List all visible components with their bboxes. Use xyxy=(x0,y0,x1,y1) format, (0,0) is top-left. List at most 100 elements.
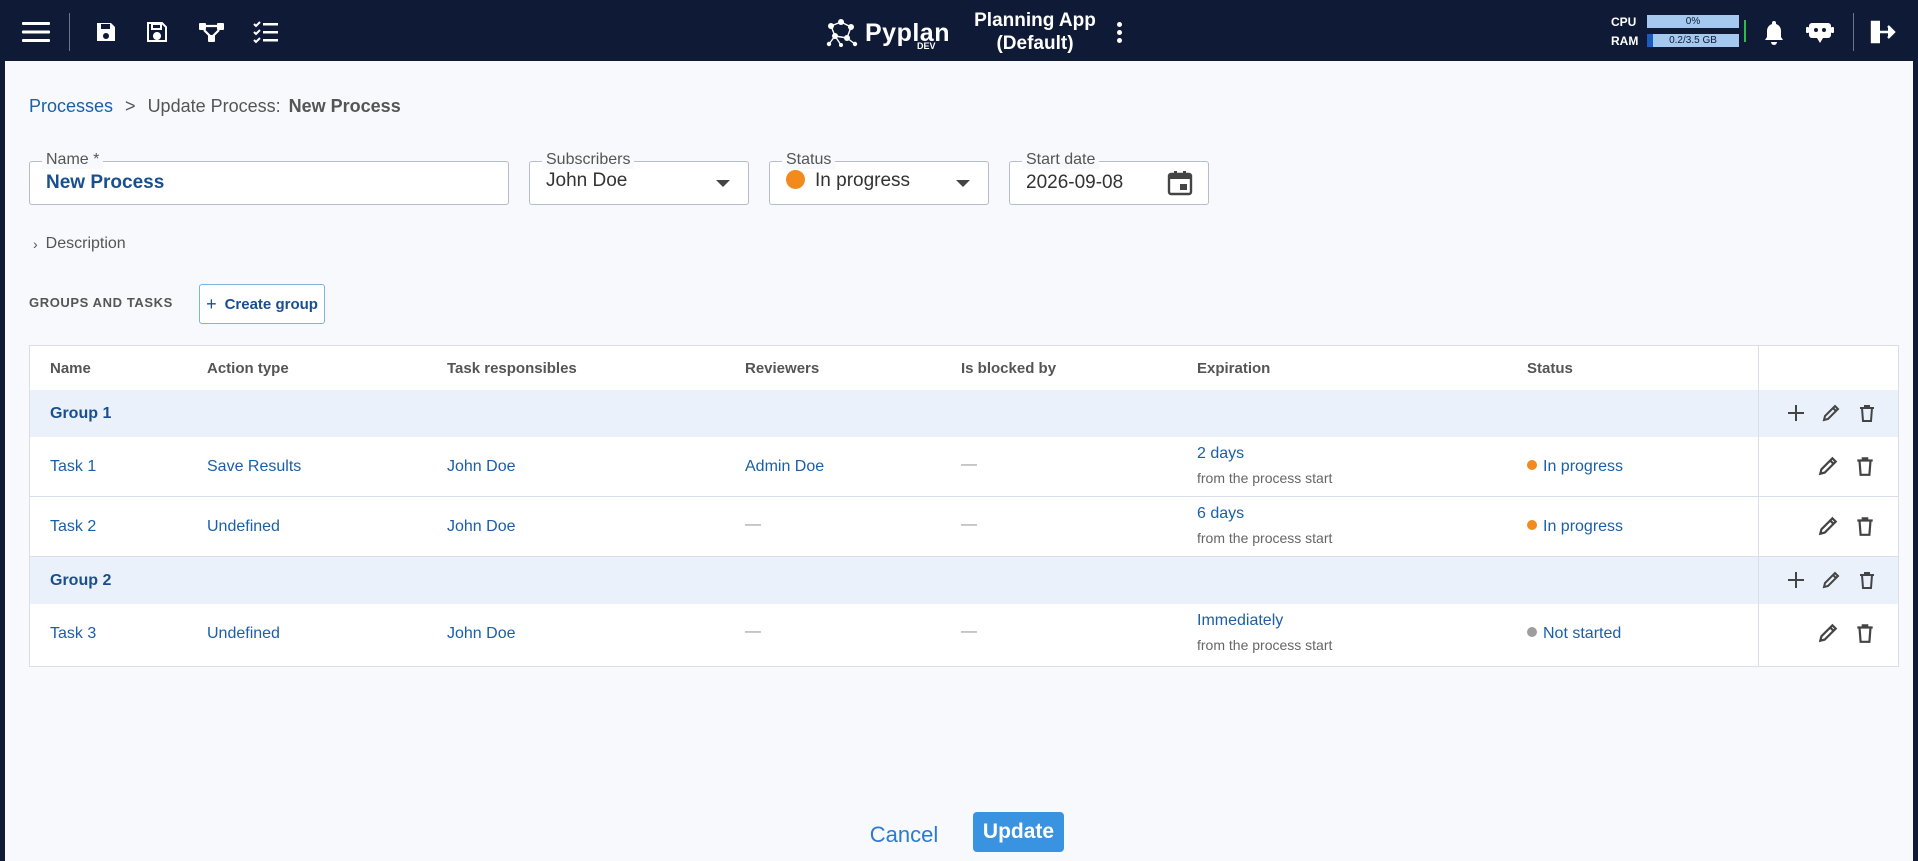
groups-section-title: GROUPS AND TASKS xyxy=(29,295,173,310)
logo-network-icon xyxy=(826,19,858,47)
status-value-wrap: In progress xyxy=(786,170,910,192)
task-name[interactable]: Task 2 xyxy=(50,518,96,536)
start-date-value[interactable]: 2026-09-08 xyxy=(1026,172,1123,194)
header-action-type: Action type xyxy=(207,360,289,377)
app-title[interactable]: Planning App (Default) xyxy=(965,9,1105,55)
resource-meters: CPU 0% RAM 0.2/3.5 GB xyxy=(1611,12,1741,50)
task-row[interactable]: Task 2 Undefined John Doe — — 6 days fro… xyxy=(30,497,1898,557)
save-icon[interactable] xyxy=(91,17,121,47)
group-name[interactable]: Group 2 xyxy=(50,572,111,590)
edit-icon[interactable] xyxy=(1818,567,1844,593)
group-row[interactable]: Group 1 xyxy=(30,390,1898,438)
ram-label: RAM xyxy=(1611,33,1639,48)
task-action-type: Undefined xyxy=(207,518,280,535)
create-group-button[interactable]: + Create group xyxy=(199,284,325,324)
app-title-version: (Default) xyxy=(996,33,1074,54)
logout-icon[interactable] xyxy=(1867,17,1897,47)
env-badge: DEV xyxy=(917,41,936,51)
breadcrumb-processes-link[interactable]: Processes xyxy=(29,96,113,117)
flow-icon[interactable] xyxy=(197,17,227,47)
delete-icon[interactable] xyxy=(1852,620,1878,646)
cpu-meter: CPU 0% xyxy=(1611,12,1741,31)
task-reviewers: — xyxy=(745,516,761,533)
task-expiration: Immediately xyxy=(1197,612,1284,629)
edit-icon[interactable] xyxy=(1818,400,1844,426)
app-frame: Pyplan DEV Planning App (Default) CPU 0%… xyxy=(0,0,1918,861)
subscribers-select[interactable]: Subscribers John Doe xyxy=(529,151,749,205)
task-name[interactable]: Task 3 xyxy=(50,625,96,643)
cpu-value: 0% xyxy=(1685,16,1701,27)
update-button[interactable]: Update xyxy=(973,812,1064,852)
task-responsibles: John Doe xyxy=(447,458,516,475)
cpu-label: CPU xyxy=(1611,14,1637,29)
header-status: Status xyxy=(1527,360,1573,377)
header-reviewers: Reviewers xyxy=(745,360,820,377)
header-task-responsibles: Task responsibles xyxy=(447,360,577,377)
breadcrumb-separator: > xyxy=(125,96,136,116)
delete-icon[interactable] xyxy=(1854,400,1880,426)
task-reviewers: — xyxy=(745,623,761,640)
start-date-field[interactable]: Start date 2026-09-08 xyxy=(1009,151,1209,205)
group-name[interactable]: Group 1 xyxy=(50,405,111,423)
chevron-down-icon[interactable] xyxy=(956,180,970,187)
task-row[interactable]: Task 1 Save Results John Doe Admin Doe —… xyxy=(30,437,1898,497)
task-row[interactable]: Task 3 Undefined John Doe — — Immediatel… xyxy=(30,604,1898,663)
status-dot-icon xyxy=(1527,460,1537,470)
header-is-blocked-by: Is blocked by xyxy=(961,360,1057,377)
subscribers-label: Subscribers xyxy=(542,151,635,169)
toolbar-divider xyxy=(69,13,70,51)
edit-icon[interactable] xyxy=(1815,513,1841,539)
assistant-icon[interactable] xyxy=(1805,17,1835,47)
header-expiration: Expiration xyxy=(1197,360,1271,377)
delete-icon[interactable] xyxy=(1854,567,1880,593)
task-status: In progress xyxy=(1527,518,1623,536)
more-vert-icon[interactable] xyxy=(1109,17,1129,47)
task-responsibles: John Doe xyxy=(447,518,516,535)
calendar-icon[interactable] xyxy=(1166,169,1194,202)
task-blocked-by: — xyxy=(961,623,977,640)
task-responsibles: John Doe xyxy=(447,625,516,642)
actions-column-divider xyxy=(1758,346,1759,666)
table-header: Name Action type Task responsibles Revie… xyxy=(30,346,1898,391)
header-name: Name xyxy=(50,360,91,377)
delete-icon[interactable] xyxy=(1852,513,1878,539)
task-name[interactable]: Task 1 xyxy=(50,458,96,476)
ram-meter: RAM 0.2/3.5 GB xyxy=(1611,31,1741,50)
status-dot-icon xyxy=(1527,520,1537,530)
name-field[interactable]: Name * New Process xyxy=(29,151,509,205)
checklist-icon[interactable] xyxy=(251,17,281,47)
name-field-value[interactable]: New Process xyxy=(46,172,164,194)
add-task-icon[interactable] xyxy=(1783,567,1809,593)
logo-text: Pyplan xyxy=(865,18,950,47)
chevron-down-icon[interactable] xyxy=(716,180,730,187)
task-action-type: Save Results xyxy=(207,458,302,475)
status-select[interactable]: Status In progress xyxy=(769,151,989,205)
toolbar-divider-right xyxy=(1853,13,1854,51)
description-toggle[interactable]: › Description xyxy=(33,235,126,253)
tasks-table: Name Action type Task responsibles Revie… xyxy=(29,345,1899,667)
group-row[interactable]: Group 2 xyxy=(30,557,1898,605)
task-status: Not started xyxy=(1527,625,1621,643)
plus-icon: + xyxy=(206,293,217,314)
delete-icon[interactable] xyxy=(1852,453,1878,479)
breadcrumb-prefix: Update Process: xyxy=(147,96,281,116)
app-title-name: Planning App xyxy=(974,10,1096,31)
ram-value: 0.2/3.5 GB xyxy=(1669,35,1717,46)
cancel-button[interactable]: Cancel xyxy=(863,815,945,855)
edit-icon[interactable] xyxy=(1815,620,1841,646)
subscribers-value: John Doe xyxy=(546,170,628,191)
task-status: In progress xyxy=(1527,458,1623,476)
bell-icon[interactable] xyxy=(1759,17,1789,47)
task-expiration-sub: from the process start xyxy=(1197,470,1333,486)
status-indicator xyxy=(1744,20,1746,42)
menu-icon[interactable] xyxy=(21,17,51,47)
task-expiration-sub: from the process start xyxy=(1197,637,1333,653)
status-label: Status xyxy=(782,151,836,169)
edit-icon[interactable] xyxy=(1815,453,1841,479)
top-bar: Pyplan DEV Planning App (Default) CPU 0%… xyxy=(5,3,1913,61)
add-task-icon[interactable] xyxy=(1783,400,1809,426)
save-as-icon[interactable] xyxy=(142,17,172,47)
task-reviewers: Admin Doe xyxy=(745,458,825,475)
cpu-bar: 0% xyxy=(1647,15,1739,28)
task-status-label: In progress xyxy=(1543,518,1624,535)
